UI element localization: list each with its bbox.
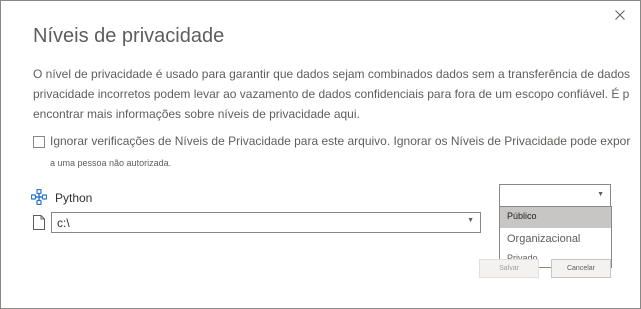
close-icon	[615, 10, 625, 20]
close-button[interactable]	[610, 5, 630, 25]
privacy-levels-dialog: Níveis de privacidade O nível de privaci…	[0, 0, 641, 309]
privacy-level-dropdown[interactable]: ▼	[499, 184, 611, 207]
option-publico[interactable]: Público	[500, 207, 611, 228]
ignore-privacy-label: Ignorar verificações de Níveis de Privac…	[50, 134, 631, 148]
path-dropdown[interactable]: c:\ ▼	[51, 212, 481, 233]
option-label: Organizacional	[507, 233, 581, 245]
option-label: Público	[507, 211, 537, 221]
description: O nível de privacidade é usado para gara…	[33, 64, 640, 124]
save-button[interactable]: Salvar	[479, 259, 539, 278]
chevron-down-icon: ▼	[597, 191, 604, 198]
source-name: Python	[55, 191, 93, 205]
description-line: privacidade incorretos podem levar ao va…	[33, 87, 630, 101]
cancel-button[interactable]: Cancelar	[551, 259, 611, 278]
python-connector-icon	[31, 189, 47, 205]
chevron-down-icon: ▼	[467, 217, 474, 224]
file-icon	[33, 215, 45, 230]
dialog-title: Níveis de privacidade	[33, 25, 225, 47]
ignore-privacy-checkbox[interactable]	[33, 136, 45, 148]
option-organizacional[interactable]: Organizacional	[500, 231, 611, 249]
ignore-privacy-label-continued: a uma pessoa não autorizada.	[50, 158, 172, 168]
description-line: O nível de privacidade é usado para gara…	[33, 67, 631, 81]
description-line: encontrar mais informações sobre níveis …	[33, 107, 360, 121]
path-value: c:\	[57, 216, 70, 230]
